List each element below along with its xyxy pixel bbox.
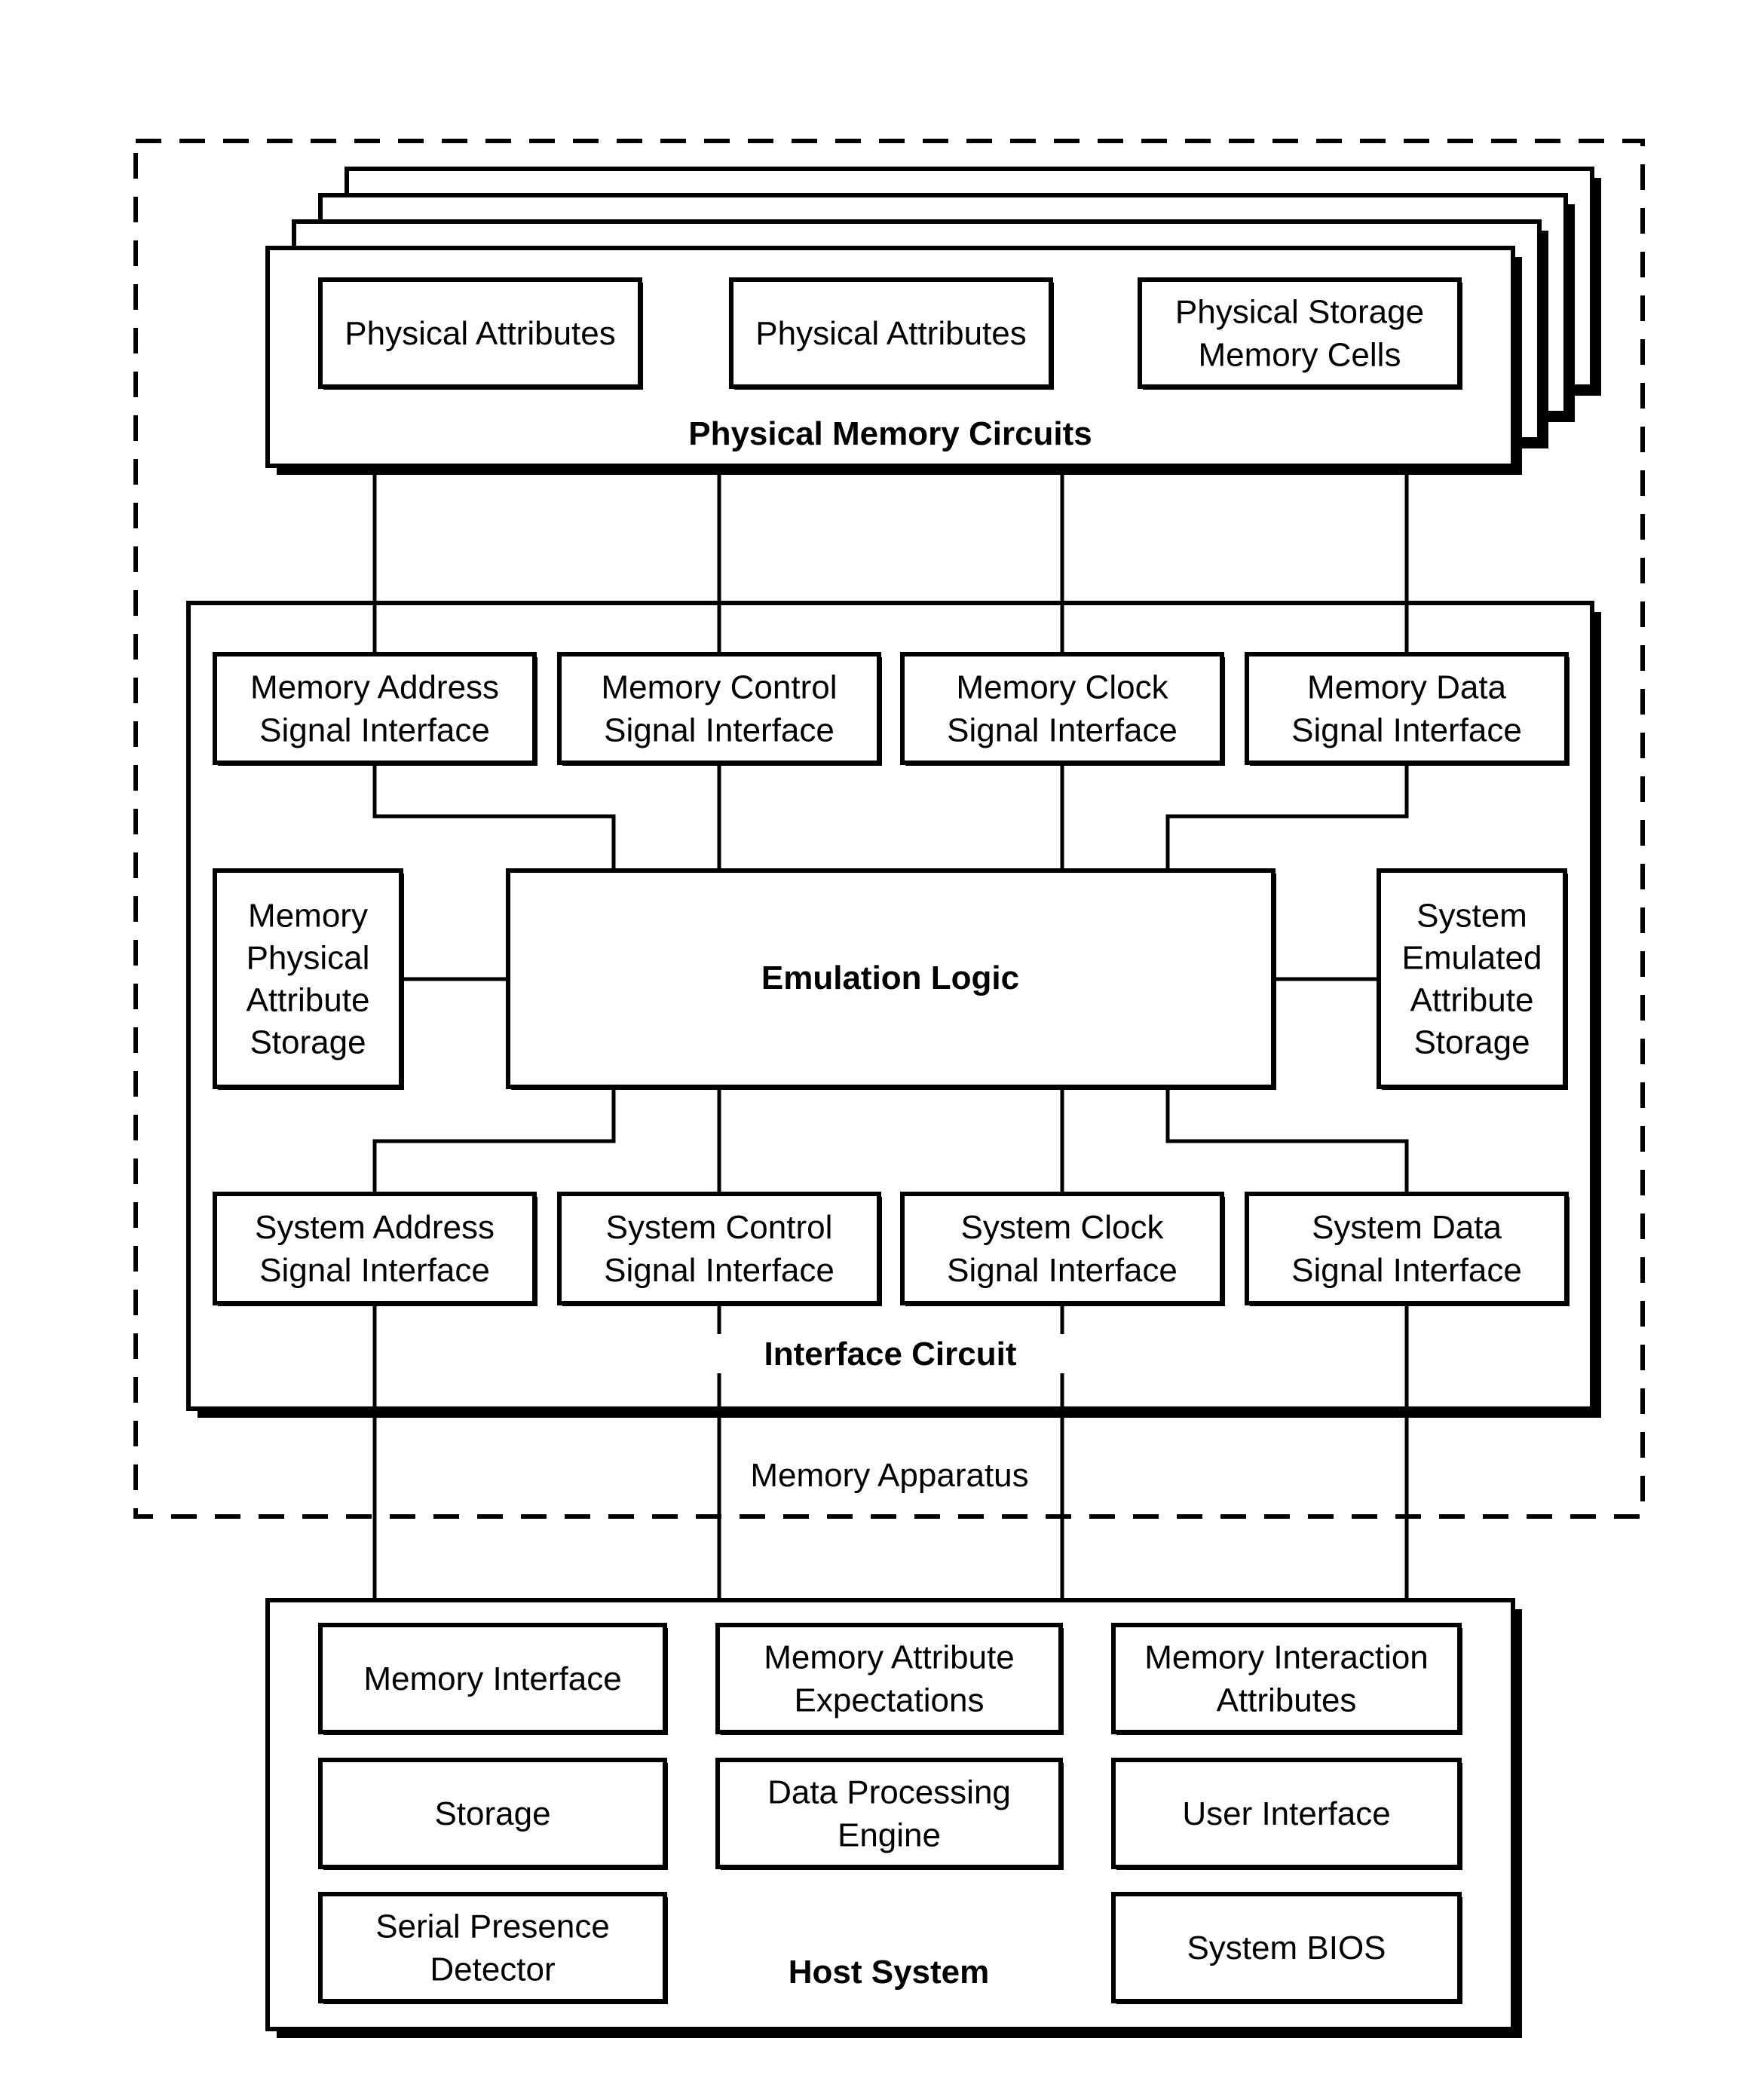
system-side-system-clock-signal-interface-label-line: System Clock (961, 1209, 1165, 1246)
host-memory-attribute-expectations[interactable]: Memory Attribute Expectations (715, 1623, 1064, 1735)
physical-memory-circuits-title: Physical Memory Circuits (688, 415, 1092, 452)
storage-memory-physical-attribute-storage-label-line: Memory (248, 898, 368, 935)
system-side-system-clock-signal-interface-label-line: Signal Interface (947, 1252, 1178, 1289)
memory-side-memory-clock-signal-interface[interactable]: Memory Clock Signal Interface (900, 652, 1225, 766)
storage-memory-physical-attribute-storage[interactable]: Memory Physical Attribute Storage (213, 868, 404, 1090)
system-side-system-data-signal-interface[interactable]: System Data Signal Interface (1245, 1192, 1570, 1306)
pmc-physical-attributes-label-line: Physical Attributes (755, 315, 1027, 352)
system-side-system-control-signal-interface[interactable]: System Control Signal Interface (557, 1192, 882, 1306)
storage-system-emulated-attribute-storage-label-line: Storage (1413, 1024, 1530, 1061)
memory-emulation-diagram: Memory Apparatus Physical Memory Circuit… (133, 139, 1645, 2038)
pmc-physical-storage-memory-cells-label-line: Memory Cells (1199, 337, 1401, 374)
storage-system-emulated-attribute-storage-label-line: System (1416, 898, 1527, 935)
memory-side-memory-address-signal-interface-label-line: Signal Interface (259, 712, 490, 749)
storage-system-emulated-attribute-storage[interactable]: System Emulated Attribute Storage (1377, 868, 1568, 1090)
host-memory-interaction-attributes-label-line: Memory Interaction (1144, 1639, 1429, 1676)
emulation-logic[interactable]: Emulation Logic (506, 868, 1276, 1090)
memory-side-memory-address-signal-interface[interactable]: Memory Address Signal Interface (213, 652, 537, 766)
host-storage-label-line: Storage (434, 1795, 550, 1832)
host-data-processing-engine-label-line: Data Processing (767, 1774, 1011, 1811)
storage-system-emulated-attribute-storage-label-line: Emulated (1402, 940, 1542, 977)
system-side-system-control-signal-interface-label-line: Signal Interface (604, 1252, 835, 1289)
pmc-physical-attributes-label-line: Physical Attributes (345, 315, 616, 352)
memory-apparatus-label: Memory Apparatus (750, 1457, 1028, 1494)
host-serial-presence-detector-label-line: Serial Presence (375, 1908, 610, 1945)
memory-side-memory-address-signal-interface-label-line: Memory Address (250, 669, 499, 706)
host-memory-attribute-expectations-label-line: Memory Attribute (764, 1639, 1015, 1676)
pmc-physical-storage-memory-cells-label-line: Physical Storage (1175, 294, 1424, 331)
system-side-system-data-signal-interface-label-line: Signal Interface (1291, 1252, 1522, 1289)
storage-memory-physical-attribute-storage-label-line: Attribute (247, 982, 370, 1019)
pmc-physical-storage-memory-cells[interactable]: Physical Storage Memory Cells (1138, 277, 1462, 390)
host-memory-interaction-attributes-label-line: Attributes (1217, 1682, 1357, 1719)
memory-side-memory-data-signal-interface-label-line: Memory Data (1307, 669, 1507, 706)
memory-side-memory-clock-signal-interface-label-line: Signal Interface (947, 712, 1178, 749)
storage-system-emulated-attribute-storage-label-line: Attribute (1410, 982, 1534, 1019)
memory-side-memory-control-signal-interface-label-line: Memory Control (602, 669, 838, 706)
system-side-system-clock-signal-interface[interactable]: System Clock Signal Interface (900, 1192, 1225, 1306)
host-system-bios[interactable]: System BIOS (1111, 1892, 1462, 2004)
physical-memory-blocks: Physical Attributes Physical Attributes Ph… (318, 277, 1462, 390)
memory-side-memory-control-signal-interface[interactable]: Memory Control Signal Interface (557, 652, 882, 766)
system-side-system-address-signal-interface[interactable]: System Address Signal Interface (213, 1192, 537, 1306)
host-memory-interaction-attributes[interactable]: Memory Interaction Attributes (1111, 1623, 1462, 1735)
host-memory-attribute-expectations-label-line: Expectations (795, 1682, 985, 1719)
host-system-bios-label-line: System BIOS (1187, 1930, 1386, 1966)
memory-side-memory-control-signal-interface-label-line: Signal Interface (604, 712, 835, 749)
host-memory-interface-label-line: Memory Interface (363, 1660, 621, 1697)
system-side-system-data-signal-interface-label-line: System Data (1312, 1209, 1502, 1246)
host-memory-interface[interactable]: Memory Interface (318, 1623, 668, 1735)
system-side-system-address-signal-interface-label-line: System Address (255, 1209, 495, 1246)
host-user-interface[interactable]: User Interface (1111, 1758, 1462, 1870)
system-side-system-address-signal-interface-label-line: Signal Interface (259, 1252, 490, 1289)
storage-memory-physical-attribute-storage-label-line: Physical (247, 940, 370, 977)
host-system-title: Host System (789, 1954, 990, 1991)
pmc-physical-attributes[interactable]: Physical Attributes (729, 277, 1054, 390)
host-serial-presence-detector[interactable]: Serial Presence Detector (318, 1892, 668, 2004)
emulation-logic-label: Emulation Logic (761, 959, 1019, 996)
host-user-interface-label-line: User Interface (1182, 1795, 1390, 1832)
memory-side-memory-clock-signal-interface-label-line: Memory Clock (956, 669, 1168, 706)
pmc-physical-attributes[interactable]: Physical Attributes (318, 277, 643, 390)
interface-circuit-title: Interface Circuit (764, 1336, 1017, 1373)
host-data-processing-engine[interactable]: Data Processing Engine (715, 1758, 1064, 1870)
host-data-processing-engine-label-line: Engine (838, 1817, 941, 1854)
system-side-system-control-signal-interface-label-line: System Control (606, 1209, 833, 1246)
memory-side-memory-data-signal-interface[interactable]: Memory Data Signal Interface (1245, 652, 1570, 766)
storage-memory-physical-attribute-storage-label-line: Storage (250, 1024, 366, 1061)
host-serial-presence-detector-label-line: Detector (430, 1951, 555, 1988)
host-storage[interactable]: Storage (318, 1758, 668, 1870)
memory-side-memory-data-signal-interface-label-line: Signal Interface (1291, 712, 1522, 749)
